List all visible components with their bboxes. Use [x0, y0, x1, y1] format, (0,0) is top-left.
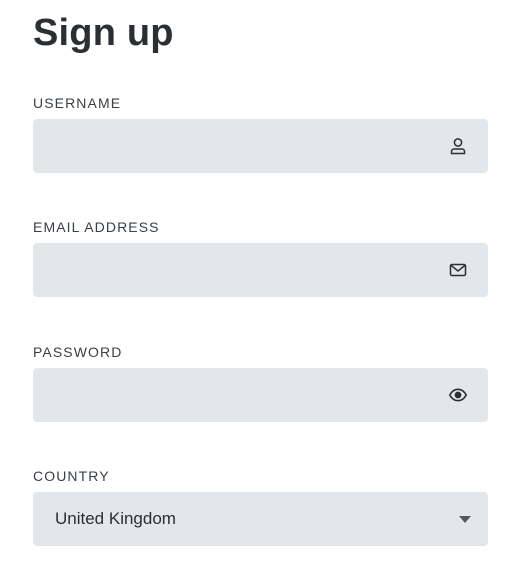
email-label: EMAIL ADDRESS [33, 219, 160, 235]
password-input[interactable] [33, 368, 488, 422]
page-title: Sign up [33, 12, 174, 54]
email-input[interactable] [33, 243, 488, 297]
country-select[interactable]: United Kingdom [33, 492, 488, 546]
country-field: COUNTRY United Kingdom [33, 468, 488, 546]
envelope-icon [448, 260, 468, 280]
username-input-box[interactable] [33, 119, 488, 173]
country-selected-value: United Kingdom [55, 509, 176, 528]
username-field: USERNAME [33, 95, 488, 173]
chevron-down-icon [459, 516, 471, 523]
email-field: EMAIL ADDRESS [33, 219, 488, 297]
password-label: PASSWORD [33, 344, 123, 360]
username-label: USERNAME [33, 95, 122, 111]
eye-icon[interactable] [448, 385, 468, 405]
password-field: PASSWORD [33, 344, 488, 422]
email-input-box[interactable] [33, 243, 488, 297]
country-label: COUNTRY [33, 468, 110, 484]
password-input-box[interactable] [33, 368, 488, 422]
user-icon [448, 136, 468, 156]
username-input[interactable] [33, 119, 488, 173]
